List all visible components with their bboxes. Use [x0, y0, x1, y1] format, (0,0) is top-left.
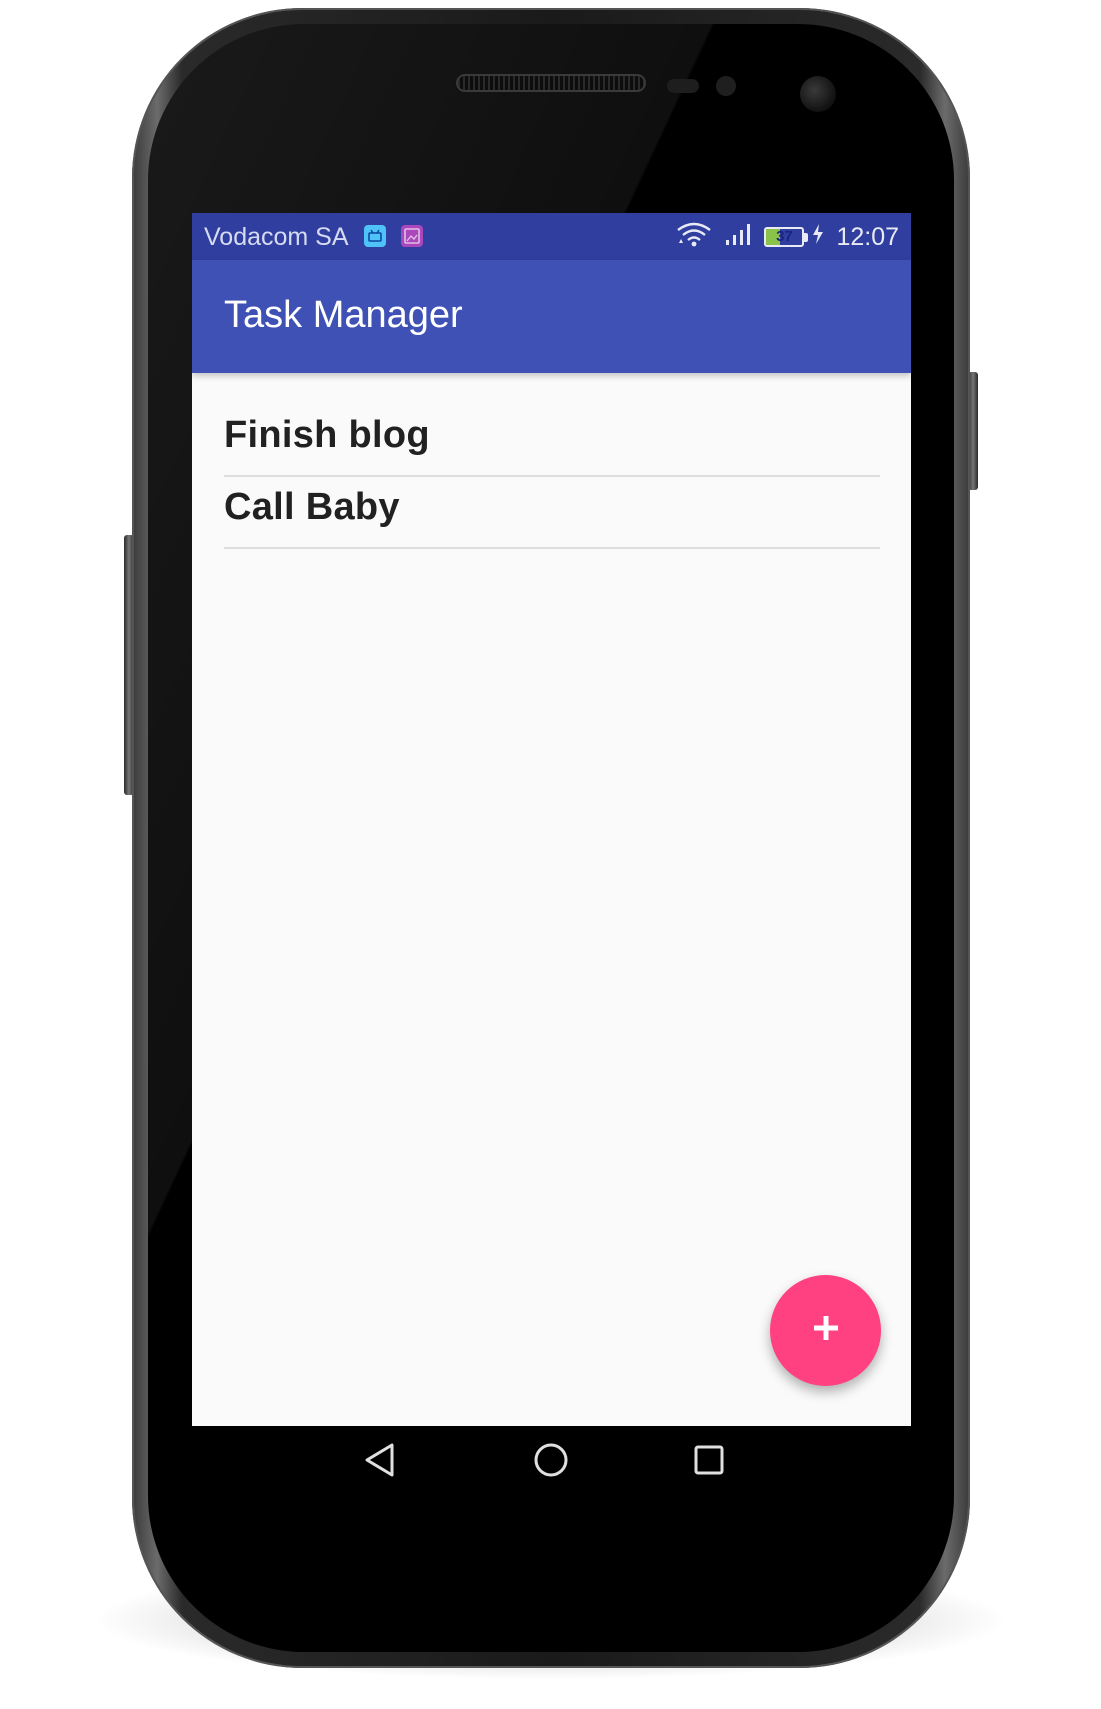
battery-nub — [804, 232, 809, 242]
battery-indicator: 37 — [764, 227, 805, 247]
charging-icon — [812, 223, 824, 252]
task-list-item[interactable]: Finish blog — [224, 373, 880, 477]
back-icon — [361, 1440, 401, 1485]
home-icon — [531, 1440, 571, 1485]
wifi-icon — [676, 221, 712, 254]
clock: 12:07 — [836, 222, 899, 251]
recents-icon — [689, 1440, 729, 1485]
status-icons: 37 12:07 — [676, 222, 899, 252]
task-list-item[interactable]: Call Baby — [224, 477, 880, 549]
battery-level: 37 — [776, 228, 793, 245]
device-mockup: Vodacom SA 37 12:07 Task Manager Finish … — [0, 0, 1101, 1709]
battery-icon: 37 — [764, 227, 809, 247]
app-title: Task Manager — [224, 294, 463, 336]
earpiece-speaker — [456, 74, 646, 92]
proximity-sensor — [667, 79, 699, 93]
back-button[interactable] — [359, 1440, 403, 1484]
add-task-button[interactable] — [770, 1275, 881, 1386]
light-sensor — [716, 76, 736, 96]
add-icon — [811, 1313, 841, 1348]
cell-signal-icon — [724, 222, 752, 253]
front-camera — [800, 76, 836, 112]
image-notification-icon — [401, 225, 423, 247]
home-button[interactable] — [529, 1440, 573, 1484]
task-list: Finish blog Call Baby — [224, 373, 880, 549]
status-bar: Vodacom SA 37 12:07 — [192, 213, 911, 260]
screen: Vodacom SA 37 12:07 Task Manager Finish … — [192, 213, 911, 1491]
navigation-bar — [192, 1426, 911, 1497]
app-bar: Task Manager — [192, 260, 911, 373]
task-title: Call Baby — [224, 486, 400, 528]
android-notification-icon — [364, 225, 386, 247]
recents-button[interactable] — [687, 1440, 731, 1484]
task-title: Finish blog — [224, 414, 430, 456]
carrier-label: Vodacom SA — [204, 223, 349, 251]
